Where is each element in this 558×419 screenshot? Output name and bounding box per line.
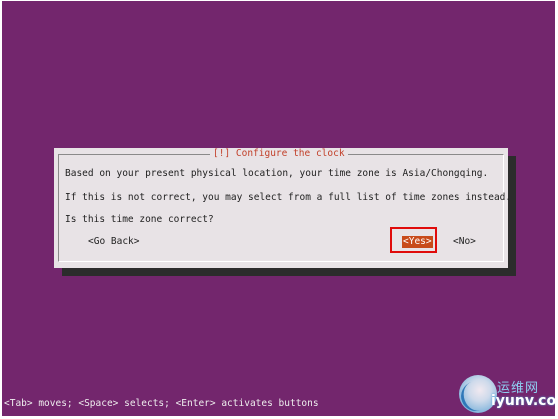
watermark-domain-text: iyunv.com xyxy=(491,393,555,409)
no-button[interactable]: <No> xyxy=(453,236,476,248)
confirmation-question: Is this time zone correct? xyxy=(65,214,214,225)
yes-button[interactable]: <Yes> xyxy=(402,236,433,248)
timezone-message: Based on your present physical location,… xyxy=(65,168,489,179)
site-watermark: 运维网 iyunv.com xyxy=(456,373,555,416)
installer-screen: [!] Configure the clock Based on your pr… xyxy=(2,1,555,416)
go-back-button[interactable]: <Go Back> xyxy=(88,236,139,248)
alternative-message: If this is not correct, you may select f… xyxy=(65,192,512,203)
keyboard-help-bar: <Tab> moves; <Space> selects; <Enter> ac… xyxy=(4,398,319,409)
dialog-title: [!] Configure the clock xyxy=(210,148,348,160)
configure-clock-dialog: [!] Configure the clock Based on your pr… xyxy=(54,148,512,268)
